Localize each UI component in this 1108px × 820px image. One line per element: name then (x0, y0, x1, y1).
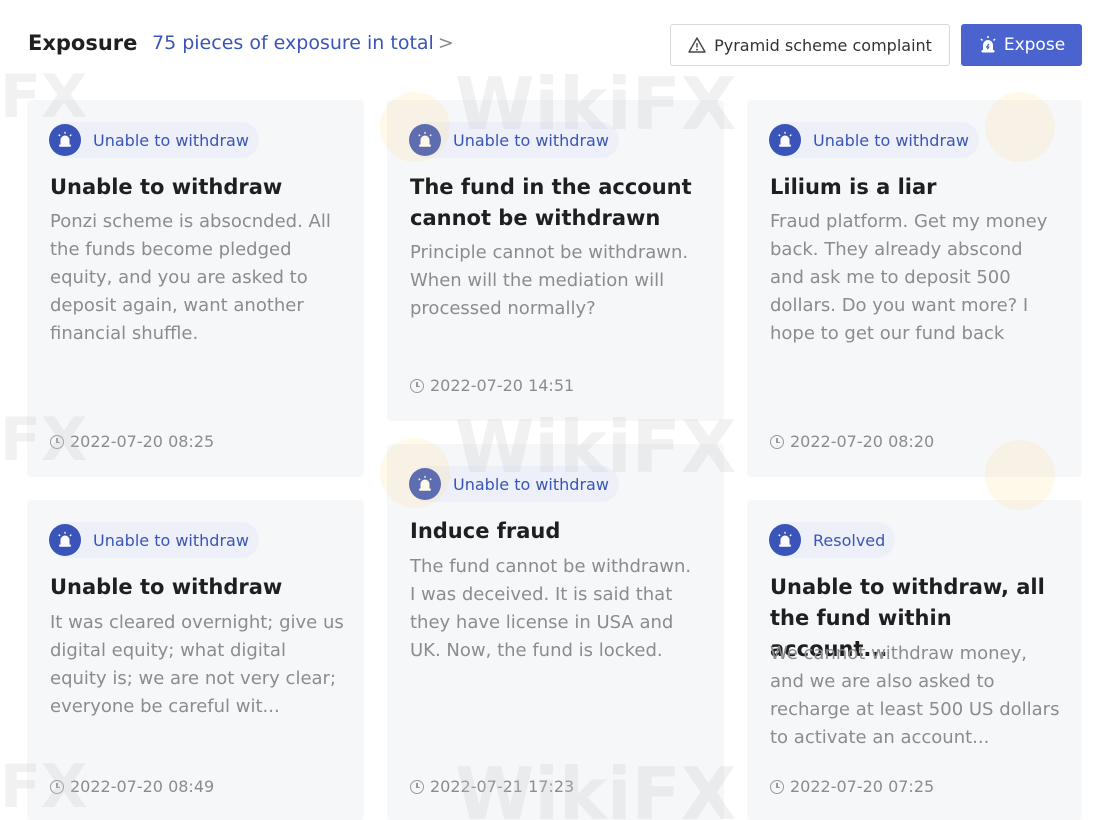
category-tag: Unable to withdraw (409, 466, 619, 502)
card-description: Fraud platform. Get my money back. They … (770, 211, 1048, 344)
alarm-icon (769, 124, 801, 156)
category-tag-label: Unable to withdraw (453, 130, 609, 150)
category-tag: Unable to withdraw (49, 522, 259, 558)
section-title: Exposure (28, 31, 138, 55)
card-title: Unable to withdraw (50, 175, 283, 199)
card-title: Induce fraud (410, 519, 561, 543)
expose-button-label: Expose (1003, 35, 1066, 55)
alarm-icon (49, 124, 81, 156)
card-description: It was cleared overnight; give us digita… (50, 612, 344, 717)
card-title: Unable to withdraw (50, 575, 283, 599)
clock-icon (770, 779, 784, 794)
card-timestamp: 2022-07-20 08:25 (50, 432, 214, 451)
clock-icon (410, 779, 424, 794)
timestamp-text: 2022-07-20 08:25 (70, 432, 215, 451)
category-tag-label: Resolved (813, 530, 886, 550)
timestamp-text: 2022-07-20 07:25 (790, 777, 935, 796)
card-timestamp: 2022-07-20 08:49 (50, 777, 214, 796)
card-timestamp: 2022-07-20 08:20 (770, 432, 934, 451)
card-timestamp: 2022-07-20 07:25 (770, 777, 934, 796)
alarm-icon (769, 524, 801, 556)
complaint-button-label: Pyramid scheme complaint (714, 35, 932, 55)
card-timestamp: 2022-07-20 14:51 (410, 376, 574, 395)
exposure-card[interactable]: Unable to withdraw Unable to withdraw Po… (27, 100, 364, 477)
category-tag: Unable to withdraw (769, 122, 979, 158)
card-title: Lilium is a liar (770, 175, 937, 199)
alarm-icon (980, 36, 996, 53)
category-tag: Unable to withdraw (49, 122, 259, 158)
alarm-icon (409, 468, 441, 500)
exposure-card[interactable]: Unable to withdraw The fund in the accou… (387, 100, 724, 421)
card-description: Ponzi scheme is absocnded. All the funds… (50, 211, 331, 344)
alarm-icon (49, 524, 81, 556)
exposure-card[interactable]: Resolved Unable to withdraw, all the fun… (747, 500, 1082, 820)
exposure-count-text: 75 pieces of exposure in total (152, 32, 434, 54)
exposure-header: Exposure 75 pieces of exposure in total … (0, 0, 1108, 92)
pyramid-complaint-button[interactable]: Pyramid scheme complaint (670, 24, 950, 66)
category-tag-label: Unable to withdraw (813, 130, 969, 150)
category-tag: Unable to withdraw (409, 122, 619, 158)
timestamp-text: 2022-07-20 14:51 (430, 376, 575, 395)
clock-icon (410, 378, 424, 393)
timestamp-text: 2022-07-20 08:20 (790, 432, 935, 451)
warning-icon (688, 37, 706, 53)
exposure-count-link[interactable]: 75 pieces of exposure in total > (152, 32, 454, 54)
card-description: Principle cannot be withdrawn. When will… (410, 242, 689, 319)
card-title: The fund in the account cannot be withdr… (410, 175, 692, 230)
timestamp-text: 2022-07-20 08:49 (70, 777, 215, 796)
category-tag-label: Unable to withdraw (93, 530, 249, 550)
clock-icon (50, 779, 64, 794)
clock-icon (50, 434, 64, 449)
exposure-card[interactable]: Unable to withdraw Induce fraud The fund… (387, 444, 724, 820)
chevron-right-icon: > (437, 32, 454, 54)
exposure-card[interactable]: Unable to withdraw Lilium is a liar Frau… (747, 100, 1082, 477)
card-timestamp: 2022-07-21 17:23 (410, 777, 574, 796)
expose-button[interactable]: Expose (961, 24, 1082, 66)
category-tag: Resolved (769, 522, 896, 558)
timestamp-text: 2022-07-21 17:23 (430, 777, 575, 796)
alarm-icon (409, 124, 441, 156)
card-description: The fund cannot be withdrawn. I was dece… (410, 556, 692, 661)
exposure-card[interactable]: Unable to withdraw Unable to withdraw It… (27, 500, 364, 820)
category-tag-label: Unable to withdraw (453, 474, 609, 494)
card-description: We cannot withdraw money, and we are als… (770, 643, 1060, 748)
category-tag-label: Unable to withdraw (93, 130, 249, 150)
clock-icon (770, 434, 784, 449)
